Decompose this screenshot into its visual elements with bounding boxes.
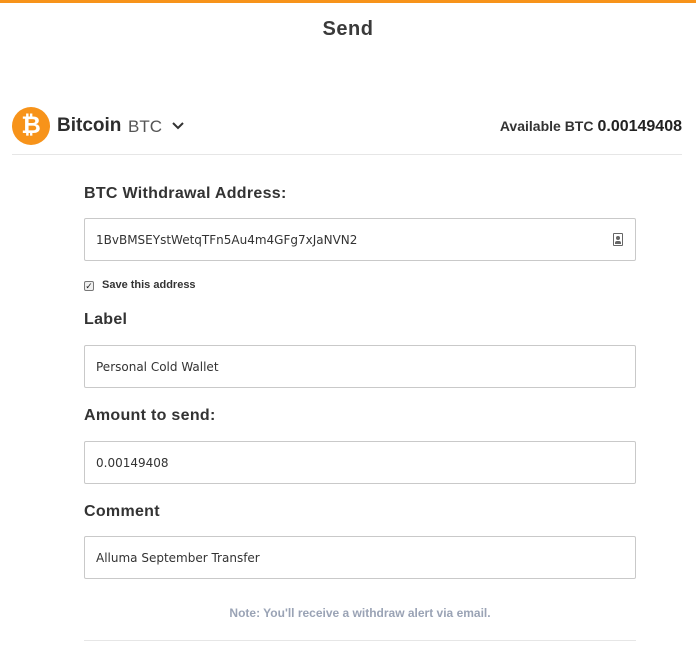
save-address-checkbox[interactable]: ✓ (84, 281, 94, 291)
label-field-box (84, 345, 636, 388)
bitcoin-logo-icon: ₿ (12, 107, 50, 145)
coin-selector-row: ₿ Bitcoin BTC Available BTC 0.00149408 (12, 107, 682, 147)
address-label: BTC Withdrawal Address: (84, 185, 287, 202)
address-input[interactable] (85, 219, 605, 260)
divider (84, 640, 636, 641)
top-accent-bar (0, 0, 696, 3)
amount-label: Amount to send: (84, 407, 216, 424)
contact-book-icon[interactable] (613, 233, 623, 246)
email-alert-note: Note: You'll receive a withdraw alert vi… (229, 606, 491, 620)
label-field-label: Label (84, 311, 128, 328)
available-label: Available BTC (499, 118, 594, 134)
page-title: Send (322, 18, 374, 40)
save-address-label[interactable]: Save this address (102, 279, 196, 291)
comment-label: Comment (84, 503, 160, 520)
comment-input[interactable] (85, 537, 605, 578)
comment-field-box (84, 536, 636, 579)
available-value: 0.00149408 (597, 118, 682, 135)
available-balance: Available BTC 0.00149408 (500, 118, 682, 136)
chevron-down-icon[interactable] (171, 119, 185, 133)
amount-field-box (84, 441, 636, 484)
divider (12, 154, 682, 155)
amount-input[interactable] (85, 442, 605, 483)
address-field-box (84, 218, 636, 261)
coin-name[interactable]: Bitcoin (57, 115, 121, 137)
label-input[interactable] (85, 346, 605, 387)
coin-symbol[interactable]: BTC (128, 117, 162, 137)
